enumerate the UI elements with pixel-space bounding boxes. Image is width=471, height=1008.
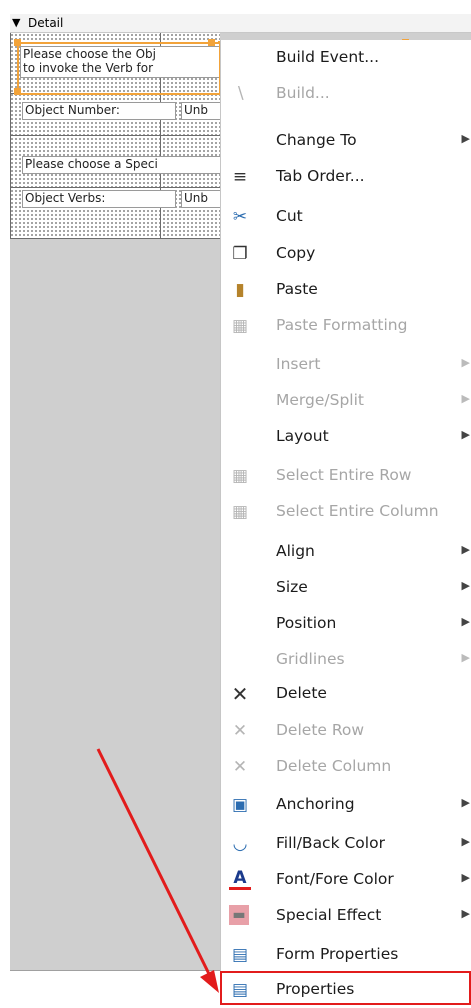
red-arrow-annotation — [96, 748, 219, 993]
